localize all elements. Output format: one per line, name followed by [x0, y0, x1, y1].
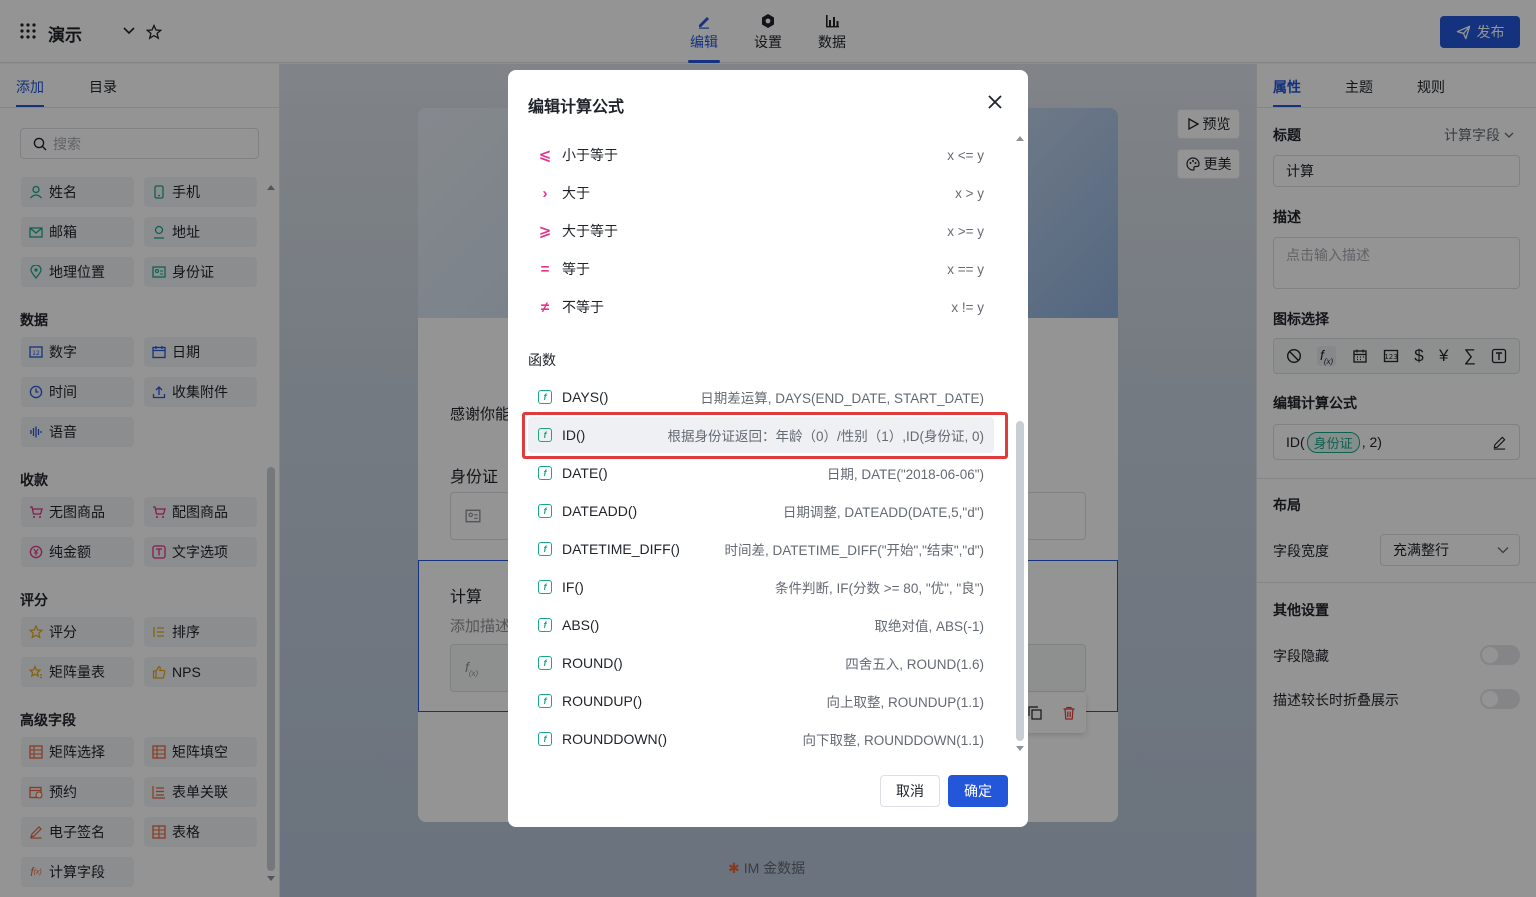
- function-name: ABS(): [562, 617, 600, 633]
- function-item[interactable]: f ABS() 取绝对值, ABS(-1): [528, 607, 994, 643]
- dialog-scrollbar[interactable]: [1016, 421, 1024, 741]
- function-item[interactable]: f DATETIME_DIFF() 时间差, DATETIME_DIFF("开始",…: [528, 531, 994, 567]
- function-desc: 取绝对值, ABS(-1): [874, 619, 984, 634]
- operator-name: 等于: [562, 261, 590, 277]
- operator-item[interactable]: = 等于 x == y: [528, 251, 994, 287]
- operator-item[interactable]: ⩾ 大于等于 x >= y: [528, 213, 994, 249]
- operator-desc: x >= y: [947, 223, 984, 239]
- function-name: DATETIME_DIFF(): [562, 541, 680, 557]
- function-name: DATEADD(): [562, 503, 638, 519]
- less-equal-icon: ⩽: [538, 147, 552, 164]
- greater-equal-icon: ⩾: [538, 223, 552, 240]
- function-desc: 向上取整, ROUNDUP(1.1): [826, 695, 984, 710]
- function-item[interactable]: f ROUND() 四舍五入, ROUND(1.6): [528, 645, 994, 681]
- dialog-title: 编辑计算公式: [528, 99, 625, 116]
- operator-name: 大于等于: [562, 223, 618, 239]
- function-icon: f: [538, 618, 552, 632]
- function-name: ROUND(): [562, 655, 623, 671]
- confirm-button[interactable]: 确定: [948, 775, 1008, 807]
- scroll-up-icon[interactable]: [1016, 135, 1024, 141]
- function-item[interactable]: f DAYS() 日期差运算, DAYS(END_DATE, START_DATE): [528, 379, 994, 415]
- function-name: DATE(): [562, 465, 608, 481]
- function-desc: 条件判断, IF(分数 >= 80, "优", "良"): [775, 581, 984, 596]
- function-item[interactable]: f DATE() 日期, DATE("2018-06-06"): [528, 455, 994, 491]
- function-icon: f: [538, 656, 552, 670]
- greater-icon: ›: [542, 184, 548, 202]
- operator-name: 不等于: [562, 299, 604, 315]
- close-icon[interactable]: [987, 94, 1003, 110]
- function-icon: f: [538, 466, 552, 480]
- function-name: ROUNDDOWN(): [562, 731, 667, 747]
- function-desc: 日期差运算, DAYS(END_DATE, START_DATE): [700, 391, 984, 406]
- cancel-button[interactable]: 取消: [880, 775, 940, 807]
- operator-item[interactable]: › 大于 x > y: [528, 175, 994, 211]
- operator-item[interactable]: ⩽ 小于等于 x <= y: [528, 137, 994, 173]
- operator-name: 小于等于: [562, 147, 618, 163]
- function-icon: f: [538, 542, 552, 556]
- function-desc: 时间差, DATETIME_DIFF("开始","结束","d"): [724, 543, 984, 558]
- function-name: DAYS(): [562, 389, 609, 405]
- operator-desc: x <= y: [947, 147, 984, 163]
- function-icon: f: [538, 504, 552, 518]
- function-desc: 向下取整, ROUNDDOWN(1.1): [802, 733, 985, 748]
- function-icon: f: [538, 390, 552, 404]
- function-item[interactable]: f ROUNDDOWN() 向下取整, ROUNDDOWN(1.1): [528, 721, 994, 757]
- function-icon: f: [538, 580, 552, 594]
- function-item[interactable]: f IF() 条件判断, IF(分数 >= 80, "优", "良"): [528, 569, 994, 605]
- highlight-box: [522, 412, 1008, 459]
- not-equal-icon: ≠: [540, 298, 550, 316]
- function-desc: 四舍五入, ROUND(1.6): [845, 657, 984, 672]
- scroll-down-icon[interactable]: [1016, 746, 1024, 752]
- function-desc: 日期, DATE("2018-06-06"): [826, 467, 984, 482]
- function-item[interactable]: f ROUNDUP() 向上取整, ROUNDUP(1.1): [528, 683, 994, 719]
- operator-name: 大于: [562, 185, 590, 201]
- function-name: IF(): [562, 579, 584, 595]
- equal-icon: =: [540, 260, 550, 278]
- function-icon: f: [538, 732, 552, 746]
- function-item[interactable]: f DATEADD() 日期调整, DATEADD(DATE,5,"d"): [528, 493, 994, 529]
- functions-section-title: 函数: [528, 352, 556, 368]
- operator-desc: x == y: [947, 261, 984, 277]
- operator-desc: x > y: [955, 185, 984, 201]
- operator-item[interactable]: ≠ 不等于 x != y: [528, 289, 994, 325]
- function-name: ROUNDUP(): [562, 693, 643, 709]
- function-icon: f: [538, 694, 552, 708]
- operator-desc: x != y: [951, 299, 984, 315]
- function-desc: 日期调整, DATEADD(DATE,5,"d"): [782, 505, 984, 520]
